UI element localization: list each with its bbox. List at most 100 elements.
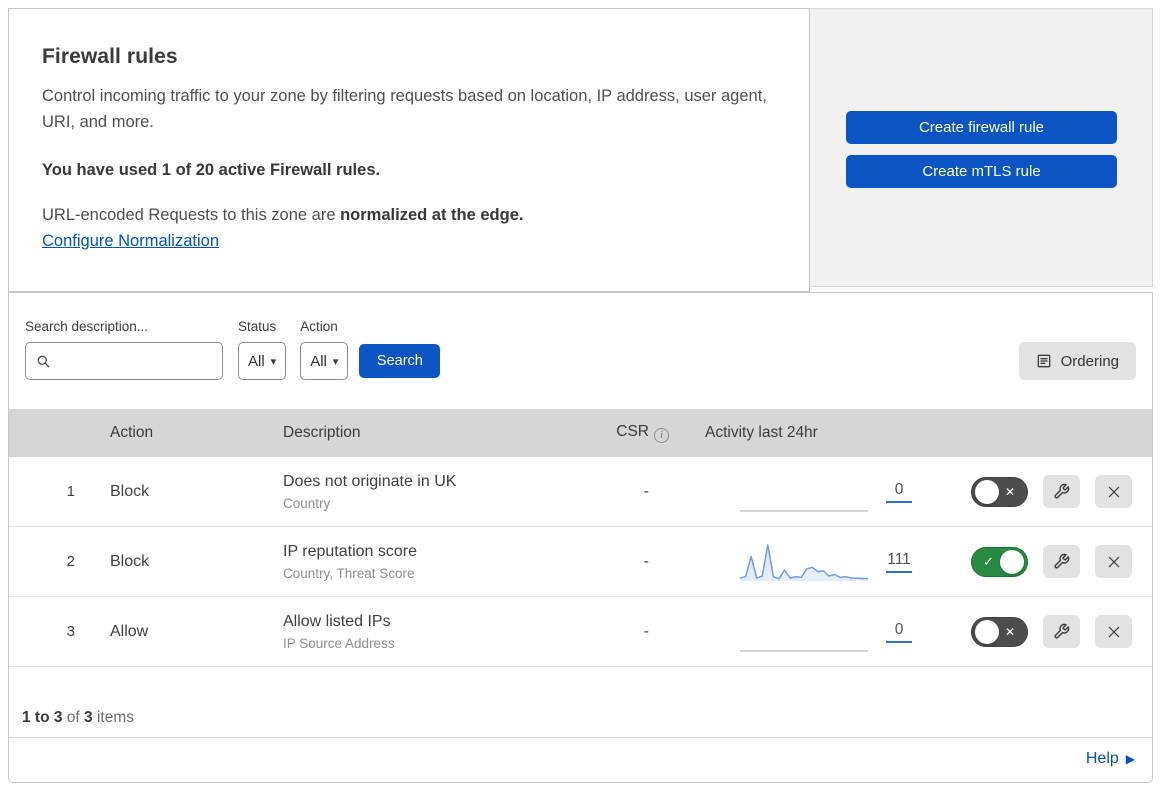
delete-rule-button[interactable] [1095,545,1132,578]
page-description: Control incoming traffic to your zone by… [42,87,767,131]
toggle-knob [1000,549,1024,574]
of-word: of [66,709,80,726]
help-label: Help [1085,750,1119,767]
table-row: 2 Block IP reputation score Country, Thr… [9,527,1152,597]
rule-csr-value: - [643,622,649,640]
rule-description-cell: Does not originate in UK Country [263,473,591,511]
ordering-list-icon [1036,353,1052,369]
filter-bar: Search description... Status All ▾ Actio… [9,293,1152,409]
search-button[interactable]: Search [359,344,441,378]
normalization-bold: normalized at the edge. [340,206,524,224]
create-firewall-rule-button[interactable]: Create firewall rule [846,111,1117,144]
status-dropdown-value: All [248,352,265,370]
close-icon [1106,554,1122,570]
wrench-icon [1053,553,1070,570]
column-header-csr: CSR i [591,423,683,443]
chevron-down-icon: ▾ [332,355,339,368]
activity-sparkline [740,470,868,514]
action-dropdown[interactable]: All ▾ [300,342,349,380]
toggle-knob [975,479,999,504]
help-link[interactable]: Help ▶ [1086,750,1135,768]
activity-count-link[interactable]: 0 [886,621,912,643]
page-title: Firewall rules [42,45,178,68]
ordering-button-label: Ordering [1060,352,1119,370]
rule-match-fields: Country, Threat Score [283,565,415,581]
rule-match-fields: Country [283,495,331,511]
rule-description-cell: IP reputation score Country, Threat Scor… [263,543,591,581]
activity-sparkline [740,610,868,654]
action-dropdown-value: All [310,352,327,370]
items-total: 3 [84,709,93,726]
rule-csr-value: - [643,482,649,500]
activity-sparkline [739,540,868,584]
wrench-icon [1053,483,1070,500]
column-header-action: Action [110,424,154,441]
usage-summary: You have used 1 of 20 active Firewall ru… [42,161,381,179]
edit-rule-button[interactable] [1043,545,1080,578]
rule-activity-cell: 0 [683,610,955,654]
search-label: Search description... [25,319,149,334]
rule-controls: ✓ ✕ [955,475,1152,508]
check-icon: ✓ [983,553,994,569]
status-label: Status [238,319,277,334]
status-filter-group: Status All ▾ [238,319,287,380]
x-icon: ✕ [1004,484,1015,499]
firewall-rules-page: Firewall rules Control incoming traffic … [0,0,1161,791]
info-icon[interactable]: i [654,428,669,443]
rule-csr-value: - [643,552,649,570]
rule-controls: ✓ ✕ [955,615,1152,648]
intro-card: Firewall rules Control incoming traffic … [8,8,810,292]
search-group: Search description... [25,319,258,380]
rule-controls: ✓ ✕ [955,545,1152,578]
toggle-knob [975,619,999,644]
help-bar: Help ▶ [9,737,1152,780]
rule-enabled-toggle[interactable]: ✓ ✕ [971,476,1028,507]
normalization-prefix: URL-encoded Requests to this zone are [42,206,341,224]
rule-description: Does not originate in UK [283,472,457,490]
rules-list-card: Search description... Status All ▾ Actio… [8,292,1153,783]
rule-action: Allow [110,622,149,640]
activity-count-link[interactable]: 0 [886,481,912,503]
search-input[interactable] [59,352,258,370]
ordering-button[interactable]: Ordering [1018,342,1136,380]
rule-action: Block [110,482,150,500]
configure-normalization-link[interactable]: Configure Normalization [42,232,219,251]
status-dropdown[interactable]: All ▾ [238,342,287,380]
arrow-right-icon: ▶ [1125,752,1135,766]
rule-description-cell: Allow listed IPs IP Source Address [263,613,591,651]
top-section: Firewall rules Control incoming traffic … [8,8,1153,292]
edit-rule-button[interactable] [1043,475,1080,508]
delete-rule-button[interactable] [1095,475,1132,508]
search-icon [36,354,51,369]
rule-priority: 3 [66,623,75,640]
rule-priority: 1 [66,483,75,500]
column-header-description: Description [283,424,361,441]
column-header-activity: Activity last 24hr [705,424,818,441]
create-mtls-rule-button[interactable]: Create mTLS rule [846,155,1117,188]
activity-count-link[interactable]: 111 [886,551,912,573]
rule-enabled-toggle[interactable]: ✓ ✕ [971,546,1028,577]
csr-label: CSR [616,423,649,440]
wrench-icon [1053,623,1070,640]
chevron-down-icon: ▾ [270,355,277,368]
rule-activity-cell: 111 [683,540,955,584]
rule-description: Allow listed IPs [283,612,391,630]
rule-description: IP reputation score [283,542,418,560]
edit-rule-button[interactable] [1043,615,1080,648]
normalization-note: URL-encoded Requests to this zone are no… [42,206,775,225]
search-box[interactable] [25,342,258,380]
rule-match-fields: IP Source Address [283,635,395,651]
rule-activity-cell: 0 [683,470,955,514]
pagination-summary: 1 to 3 of 3 items [9,667,1152,737]
items-range: 1 to 3 [22,709,63,726]
actions-panel: Create firewall rule Create mTLS rule [810,8,1153,287]
rule-action: Block [110,552,150,570]
rule-enabled-toggle[interactable]: ✓ ✕ [971,616,1028,647]
action-filter-group: Action All ▾ [300,319,349,380]
items-word: items [96,709,135,726]
delete-rule-button[interactable] [1095,615,1132,648]
table-row: 1 Block Does not originate in UK Country… [9,457,1152,527]
x-icon: ✕ [1004,624,1015,639]
action-label: Action [300,319,338,334]
close-icon [1106,484,1122,500]
